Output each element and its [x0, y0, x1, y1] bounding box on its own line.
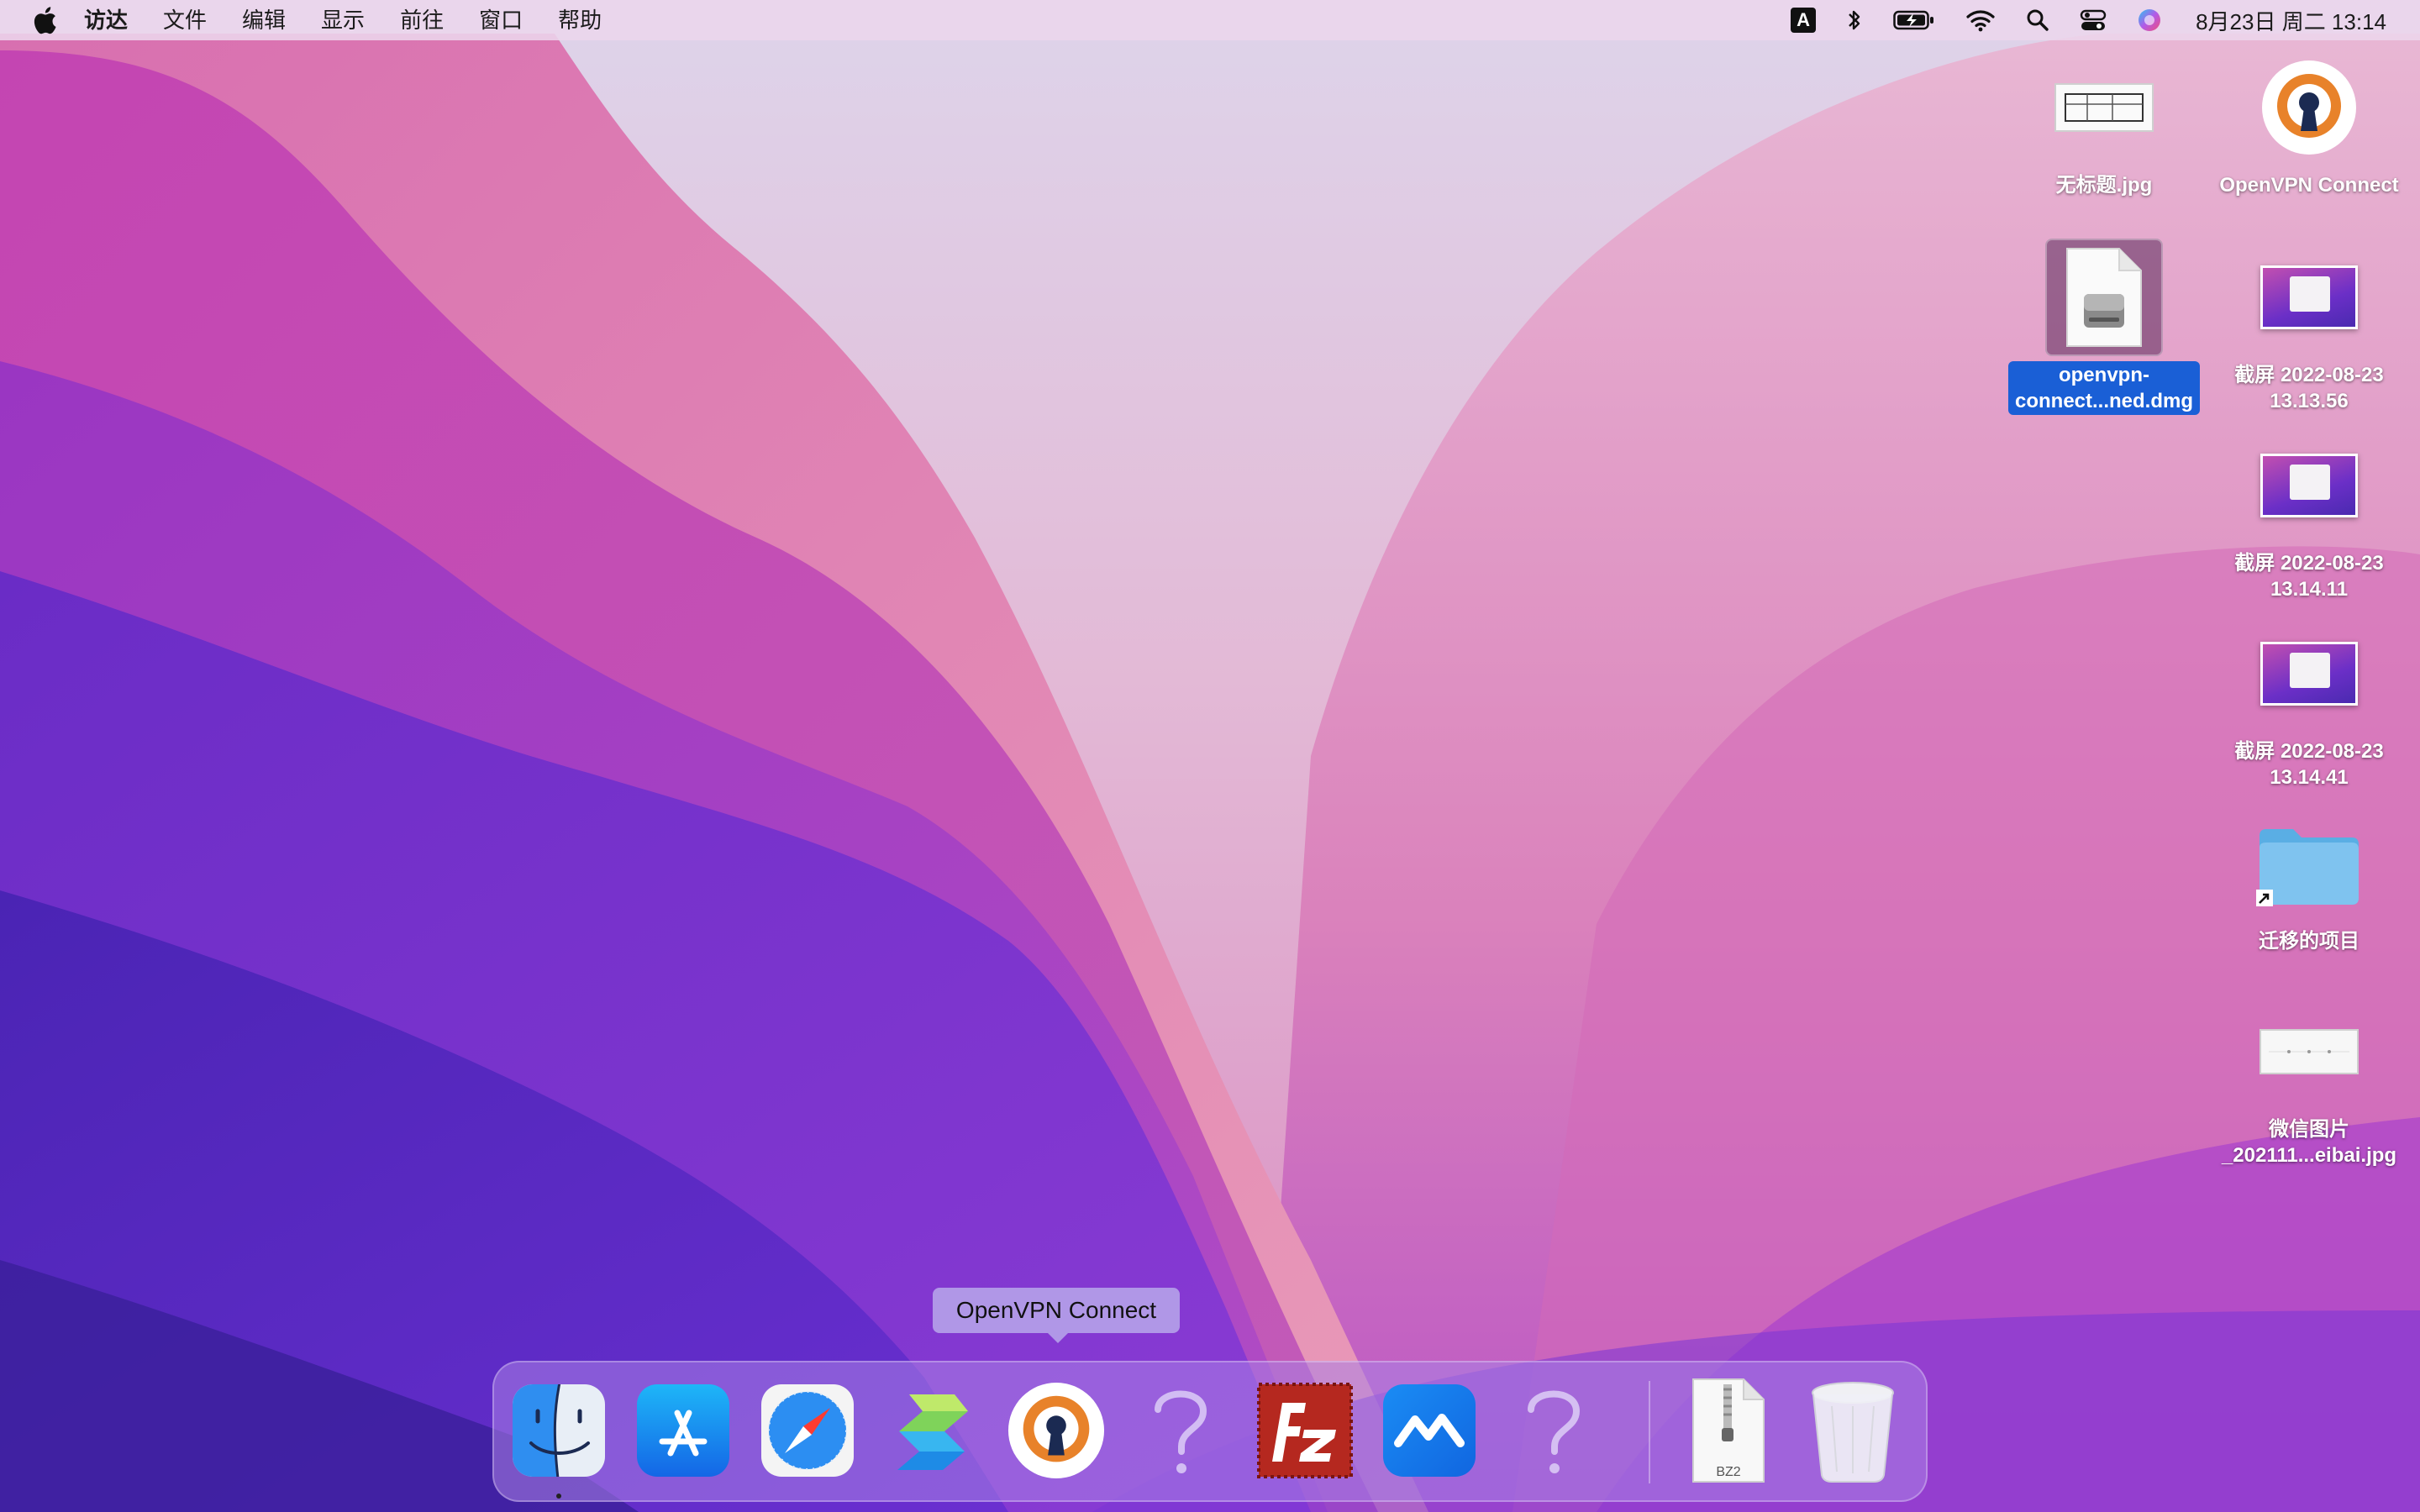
- unknown-app-icon[interactable]: [1131, 1381, 1230, 1480]
- desktop-icon-screenshot-2[interactable]: 截屏 2022-08-23 13.14.11: [2208, 427, 2410, 603]
- spotlight-search-icon[interactable]: [2026, 8, 2049, 32]
- folder-alias-icon: [2250, 805, 2368, 922]
- desktop-icon-label: 截屏 2022-08-23 13.13.56: [2234, 364, 2384, 412]
- menu-clock[interactable]: 8月23日 周二 13:14: [2196, 5, 2386, 36]
- menu-edit[interactable]: 编辑: [242, 0, 286, 40]
- menu-bar: 访达 文件 编辑 显示 前往 窗口 帮助 A 8月23日 周二 13:14: [0, 0, 2420, 40]
- menu-go[interactable]: 前往: [400, 0, 444, 40]
- desktop-icon-label: 截屏 2022-08-23 13.14.11: [2234, 552, 2384, 601]
- dock-tooltip: OpenVPN Connect: [933, 1288, 1180, 1343]
- finder-running-indicator: [556, 1494, 561, 1499]
- battery-icon[interactable]: [1893, 9, 1935, 31]
- desktop-icon-label: 无标题.jpg: [2055, 174, 2153, 197]
- screenshot-file-icon: [2250, 239, 2368, 356]
- dock: BZ2: [492, 1361, 1928, 1502]
- screenshot-file-icon: [2250, 615, 2368, 732]
- apple-menu-icon[interactable]: [32, 6, 57, 34]
- desktop-icon-label: openvpn- connect...ned.dmg: [2007, 361, 2200, 415]
- menu-window[interactable]: 窗口: [479, 0, 523, 40]
- screenshot-file-icon: [2250, 427, 2368, 544]
- desktop-icon-screenshot-3[interactable]: 截屏 2022-08-23 13.14.41: [2208, 615, 2410, 791]
- dock-divider: [1649, 1381, 1650, 1483]
- filezilla-icon[interactable]: [1255, 1381, 1355, 1480]
- app-store-icon[interactable]: [634, 1381, 733, 1480]
- desktop-icon-openvpn-connect[interactable]: OpenVPN Connect: [2208, 49, 2410, 199]
- unknown-app-icon[interactable]: [1504, 1381, 1603, 1480]
- menu-app-finder[interactable]: 访达: [84, 0, 128, 40]
- menu-view[interactable]: 显示: [321, 0, 365, 40]
- desktop-icon-migrated-items[interactable]: 迁移的项目: [2208, 805, 2410, 955]
- lanhu-icon[interactable]: [1380, 1381, 1479, 1480]
- input-method-badge: A: [1791, 8, 1817, 33]
- desktop-icon-label: 迁移的项目: [2259, 930, 2360, 953]
- input-method-menu[interactable]: A: [1791, 8, 1817, 33]
- desktop-icon-label: 截屏 2022-08-23 13.14.41: [2234, 740, 2384, 789]
- disk-image-file-icon: [2045, 239, 2163, 356]
- menu-file[interactable]: 文件: [163, 0, 207, 40]
- desktop-icon-wechat-image[interactable]: 微信图片 _202111...eibai.jpg: [2208, 993, 2410, 1169]
- stack-app-icon[interactable]: [882, 1381, 981, 1480]
- siri-icon[interactable]: [2137, 8, 2162, 33]
- desktop-icon-screenshot-1[interactable]: 截屏 2022-08-23 13.13.56: [2208, 239, 2410, 415]
- bluetooth-icon[interactable]: [1846, 8, 1863, 33]
- wifi-icon[interactable]: [1965, 8, 1996, 32]
- image-file-icon: [2045, 49, 2163, 166]
- menu-help[interactable]: 帮助: [558, 0, 602, 40]
- safari-icon[interactable]: [758, 1381, 857, 1480]
- image-file-icon: [2250, 993, 2368, 1110]
- control-center-icon[interactable]: [2080, 8, 2107, 32]
- bz2-archive-icon[interactable]: BZ2: [1679, 1378, 1778, 1483]
- archive-type-label: BZ2: [1716, 1465, 1741, 1479]
- desktop-icon-untitled-jpg[interactable]: 无标题.jpg: [2003, 49, 2205, 199]
- openvpn-app-icon: [2250, 49, 2368, 166]
- finder-icon[interactable]: [509, 1381, 608, 1480]
- openvpn-icon[interactable]: [1007, 1381, 1106, 1480]
- desktop-icon-label: 微信图片 _202111...eibai.jpg: [2221, 1118, 2397, 1167]
- desktop-wallpaper: [0, 0, 2420, 1512]
- desktop-icon-openvpn-dmg[interactable]: openvpn- connect...ned.dmg: [2003, 239, 2205, 415]
- trash-icon[interactable]: [1803, 1381, 1902, 1483]
- desktop-icon-label: OpenVPN Connect: [2219, 174, 2399, 197]
